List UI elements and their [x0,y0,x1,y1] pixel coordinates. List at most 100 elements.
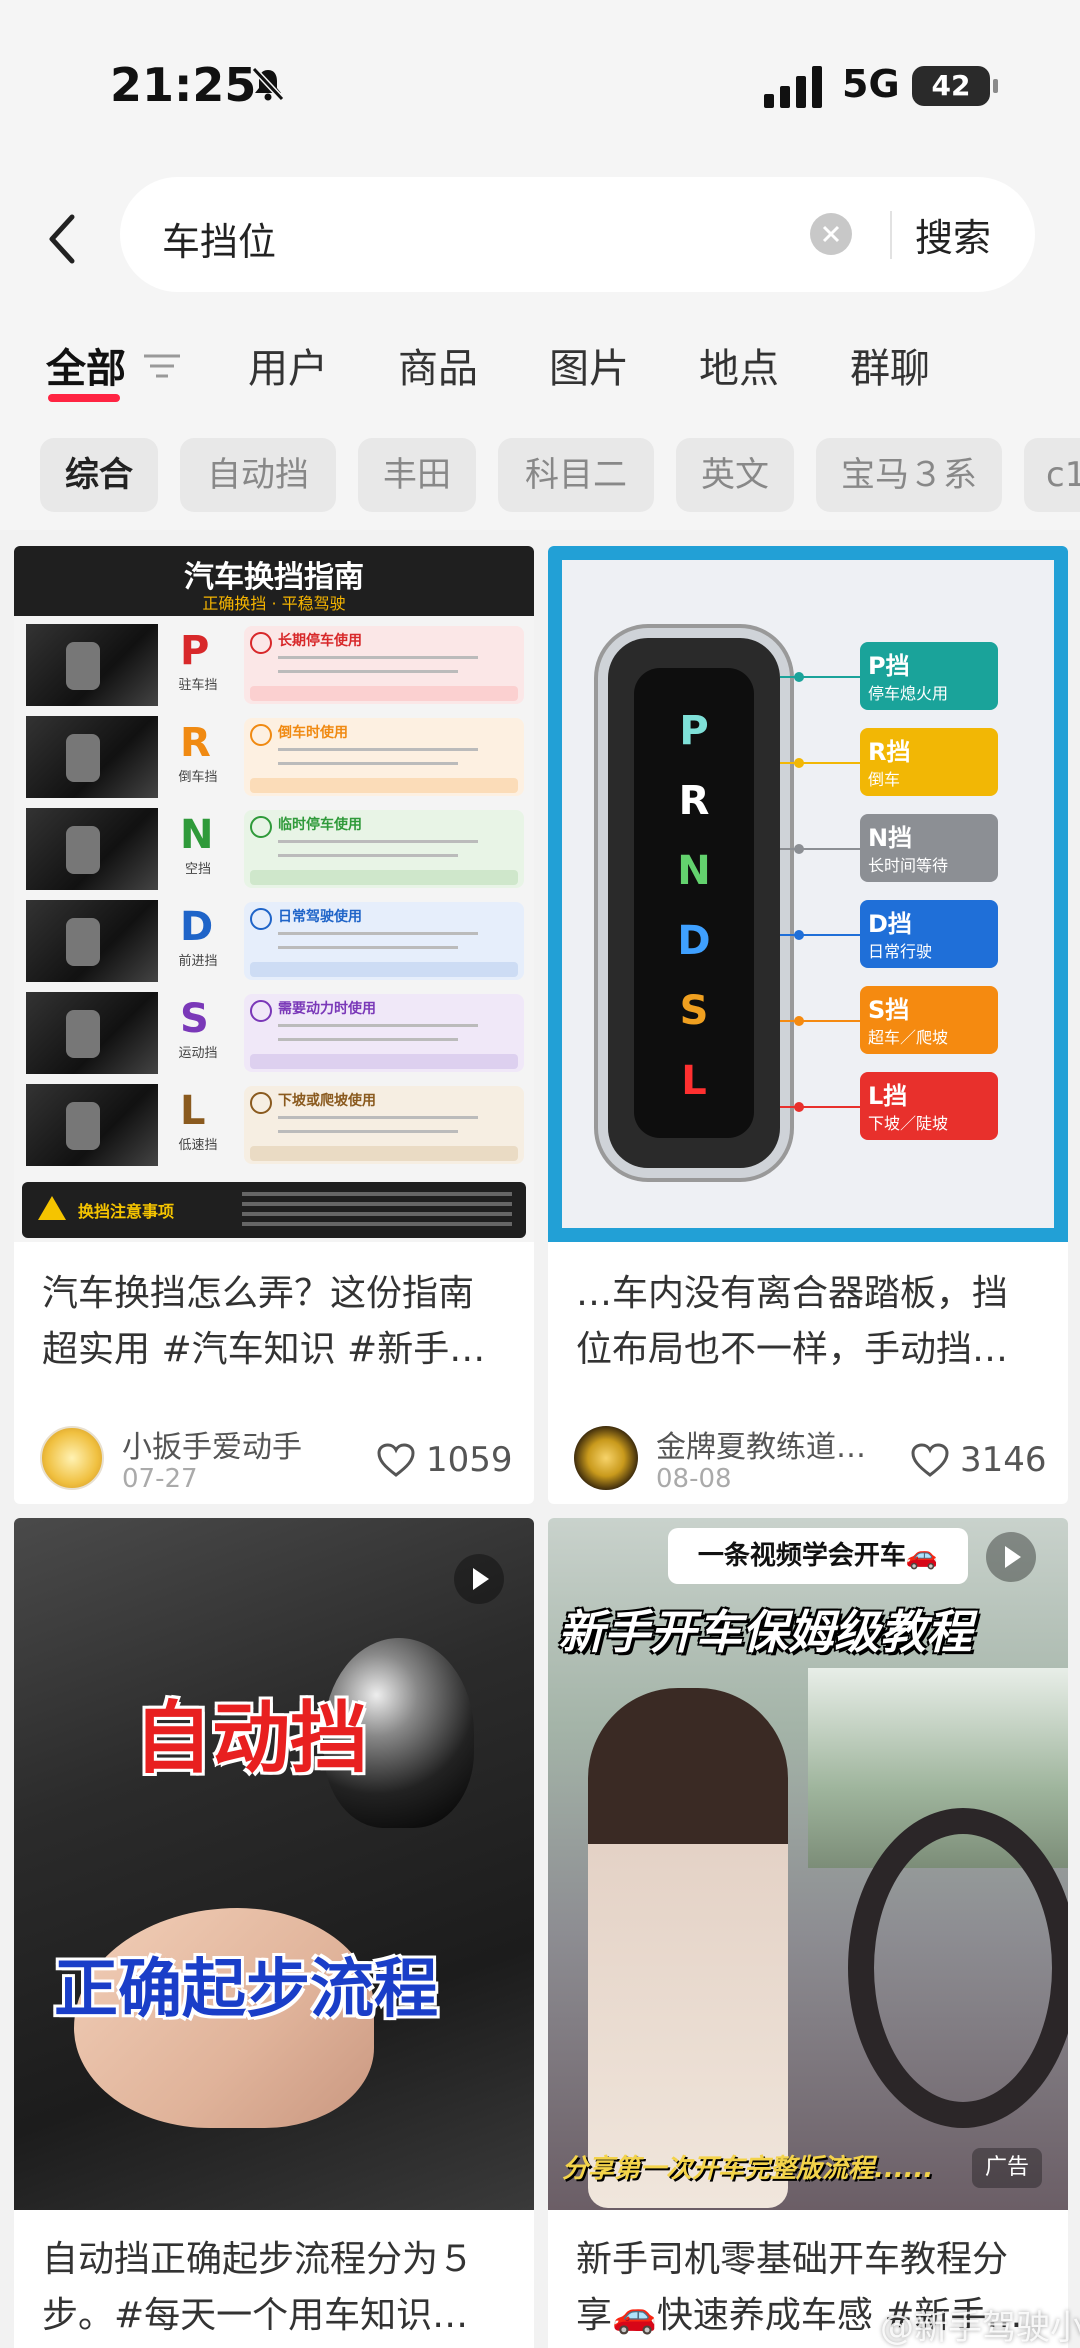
note-card[interactable]: 汽车换挡指南 正确换挡 · 平稳驾驶 P 驻车挡 长期停车使用 R 倒车挡 倒车时使用 N 空… [14,546,534,1504]
video-banner: 一条视频学会开车🚗 [668,1528,968,1584]
gear-letter: S [679,988,709,1034]
note-title-line1: …车内没有离合器踏板，挡 [576,1273,1009,1314]
guide-header: 汽车换挡指南 正确换挡 · 平稳驾驶 [14,546,534,616]
gear-name: 运动挡 [178,1046,218,1061]
gear-photo [26,900,158,982]
driver [588,1688,788,2208]
like-count: 1059 [426,1440,513,1480]
gear-label: N挡 长时间等待 [860,814,998,882]
connector-dot [794,758,804,768]
author-name[interactable]: 金牌夏教练道… [656,1422,866,1466]
gear-icon [250,724,272,746]
gear-icon [250,816,272,838]
note-title-line2: 超实用 #汽车知识 #新手… [42,1329,486,1370]
avatar[interactable] [40,1426,104,1490]
warning-icon [38,1196,66,1220]
gear-letter: N [677,848,711,894]
tab-products[interactable]: 商品 [398,336,478,394]
gear-info: 需要动力时使用 [244,994,524,1072]
watermark: @新手驾驶小美 [880,2308,1080,2348]
filter-chips: 综合 自动挡 丰田 科目二 英文 宝马３系 c1 [0,430,1080,530]
guide-footer: 换挡注意事项 [22,1182,526,1238]
gear-label: D挡 日常行驶 [860,900,998,968]
gear-icon [250,1092,272,1114]
search-button[interactable]: 搜索 [915,207,991,262]
gear-info: 临时停车使用 [244,810,524,888]
note-title-line2: 位布局也不一样，手动挡… [576,1329,1009,1370]
bell-muted-icon [251,66,285,102]
note-cover-video: 一条视频学会开车🚗 新手开车保姆级教程 分享第一次开车完整版流程...... 广… [548,1518,1068,2210]
tab-users[interactable]: 用户 [248,336,328,394]
heart-icon[interactable] [376,1442,416,1478]
gear-icon [250,632,272,654]
connector-line [780,1106,860,1108]
author-name[interactable]: 小扳手爱动手 [122,1422,302,1466]
connector-line [780,848,860,850]
tab-images[interactable]: 图片 [549,336,629,394]
gear-letter: L [180,1088,206,1134]
gear-icon [250,1000,272,1022]
video-caption: 分享第一次开车完整版流程...... [562,2154,934,2184]
gear-shifter: PRNDSL [608,638,780,1168]
note-title-line1: 自动挡正确起步流程分为５ [42,2239,475,2280]
tab-active-indicator [48,394,120,402]
chip-c1[interactable]: c1 [1024,438,1080,512]
gear-photo [26,624,158,706]
video-overlay-text: 正确起步流程 [54,1953,438,2027]
post-date: 08-08 [656,1464,732,1494]
gear-photo [26,992,158,1074]
gear-letter: N [180,812,214,858]
signal-icon [764,66,822,108]
gear-info: 下坡或爬坡使用 [244,1086,524,1164]
connector-line [780,762,860,764]
guide-row: S 运动挡 需要动力时使用 [22,990,526,1076]
gear-label: L挡 下坡／陡坡 [860,1072,998,1140]
back-icon[interactable] [42,209,82,269]
chip-bmw-3[interactable]: 宝马３系 [816,438,1002,512]
search-input[interactable]: 车挡位 搜索 [120,177,1035,292]
guide-row: P 驻车挡 长期停车使用 [22,622,526,708]
tab-places[interactable]: 地点 [699,336,779,394]
play-icon [454,1554,504,1604]
gear-photo [26,808,158,890]
gear-name: 前进挡 [178,954,218,969]
guide-row: D 前进挡 日常驾驶使用 [22,898,526,984]
clear-icon[interactable] [810,213,852,255]
video-headline: 新手开车保姆级教程 [558,1605,972,1659]
gear-name: 空挡 [184,862,211,877]
gear-name: 低速挡 [178,1138,218,1153]
chip-comprehensive[interactable]: 综合 [40,438,158,512]
chip-english[interactable]: 英文 [676,438,794,512]
status-time: 21:25 [110,58,257,112]
tab-all[interactable]: 全部 [46,336,126,394]
gear-letter: D [180,904,214,950]
post-date: 07-27 [122,1464,198,1494]
chip-automatic[interactable]: 自动挡 [180,438,336,512]
connector-line [780,676,860,678]
note-card[interactable]: 一条视频学会开车🚗 新手开车保姆级教程 分享第一次开车完整版流程...... 广… [548,1518,1068,2348]
filter-icon[interactable] [142,350,182,382]
network-type: 5G [842,62,900,106]
avatar[interactable] [574,1426,638,1490]
note-cover-image: PRNDSL P挡 停车熄火用 R挡 倒车 N挡 长时间等待 D挡 日常行驶 S挡 超车／爬坡 L挡… [548,546,1068,1242]
heart-icon[interactable] [910,1442,950,1478]
gear-icon [250,908,272,930]
note-cover-image: 汽车换挡指南 正确换挡 · 平稳驾驶 P 驻车挡 长期停车使用 R 倒车挡 倒车时使用 N 空… [14,546,534,1242]
note-card[interactable]: PRNDSL P挡 停车熄火用 R挡 倒车 N挡 长时间等待 D挡 日常行驶 S挡 超车／爬坡 L挡… [548,546,1068,1504]
note-title-line2: 步。#每天一个用车知识… [42,2295,469,2336]
gear-label: R挡 倒车 [860,728,998,796]
connector-dot [794,930,804,940]
like-count: 3146 [960,1440,1047,1480]
note-card[interactable]: 自动挡 正确起步流程 自动挡正确起步流程分为５ 步。#每天一个用车知识… [14,1518,534,2348]
gear-name: 倒车挡 [178,770,218,785]
chip-toyota[interactable]: 丰田 [358,438,476,512]
gear-info: 日常驾驶使用 [244,902,524,980]
chip-subject-two[interactable]: 科目二 [498,438,654,512]
video-overlay-text: 自动挡 [134,1694,369,1784]
search-query[interactable]: 车挡位 [162,211,276,266]
gear-letter: R [678,778,710,824]
play-icon [986,1532,1036,1582]
guide-row: N 空挡 临时停车使用 [22,806,526,892]
connector-dot [794,1016,804,1026]
tab-groups[interactable]: 群聊 [850,336,930,394]
